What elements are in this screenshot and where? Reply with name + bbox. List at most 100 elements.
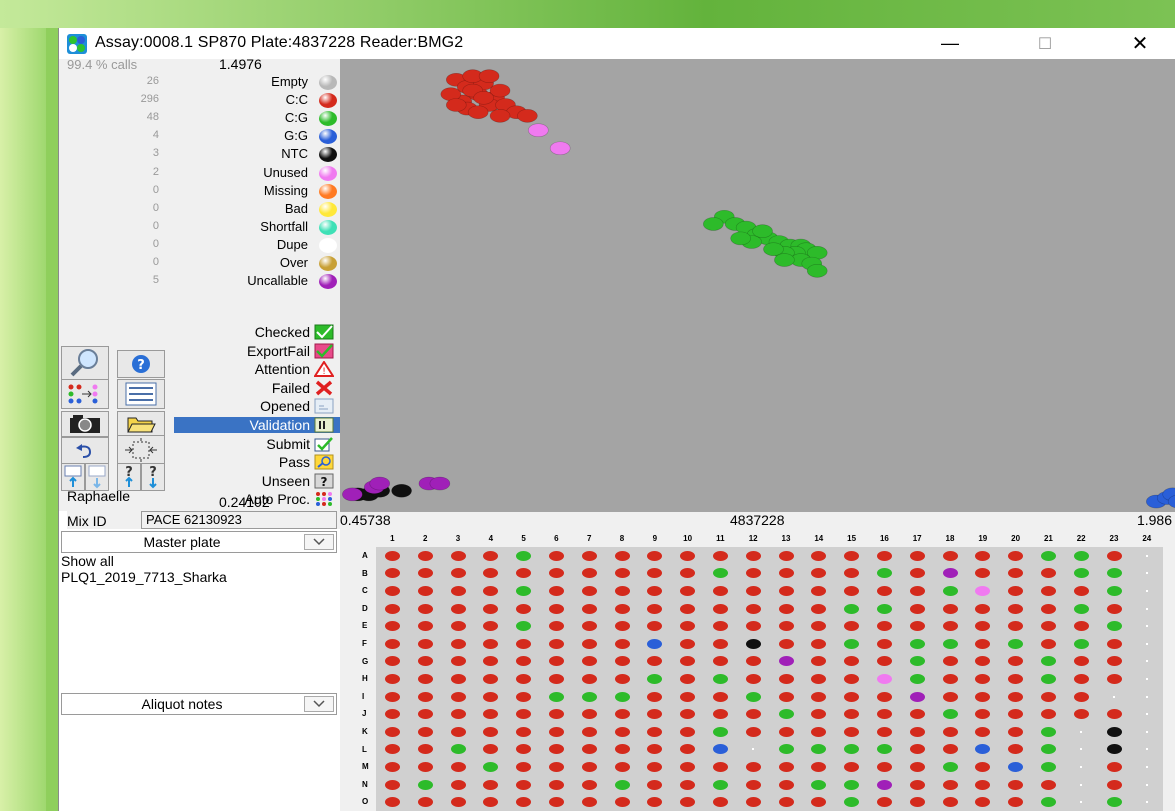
plate-well[interactable] [1008,674,1024,684]
plate-well[interactable] [712,726,728,737]
plate-well[interactable] [1040,586,1056,596]
plate-well[interactable] [581,779,597,790]
plate-well[interactable] [417,586,433,596]
plate-well[interactable] [548,779,564,790]
plate-well[interactable] [516,674,532,684]
plate-well[interactable] [1106,550,1122,561]
legend-item-g-g[interactable]: 4 G:G [59,127,340,145]
plate-well[interactable] [942,638,958,649]
sample-point[interactable] [730,231,751,246]
plate-well[interactable] [876,586,892,596]
plate-well[interactable] [647,726,663,737]
plate-well[interactable] [1073,550,1089,561]
plate-well[interactable] [876,550,892,561]
plate-well[interactable] [548,550,564,561]
legend-color-dot-icon[interactable] [319,75,337,90]
plate-well[interactable] [450,586,466,596]
plate-well[interactable] [1008,603,1024,614]
sort-up-button[interactable] [61,463,85,491]
plate-well[interactable] [614,638,630,649]
sample-point[interactable] [517,109,538,123]
plate-well[interactable] [581,691,597,702]
plate-well[interactable] [417,674,433,684]
plate-well[interactable] [745,797,761,808]
plate-well[interactable] [581,674,597,684]
plate-well[interactable] [680,691,696,702]
plate-well[interactable] [680,638,696,649]
plate-well[interactable] [1106,621,1122,632]
sample-point[interactable] [391,483,412,498]
plate-well[interactable] [1106,709,1122,720]
plate-well[interactable] [614,621,630,632]
plate-well[interactable] [1073,709,1089,720]
plate-well[interactable] [581,726,597,737]
cluster-c-c[interactable] [440,69,538,123]
plate-well[interactable] [909,674,925,684]
plate-well[interactable] [680,550,696,561]
plate-well[interactable] [876,603,892,614]
plate-well[interactable] [942,691,958,702]
plate-well[interactable] [1106,797,1122,808]
legend-color-dot-icon[interactable] [319,219,337,235]
plate-well[interactable] [516,779,532,790]
plate-well[interactable] [384,603,400,614]
plate-well[interactable] [942,726,958,737]
plate-well[interactable] [450,621,466,632]
snapshot-button[interactable] [61,411,109,437]
plate-well[interactable] [1145,572,1148,575]
open-folder-button[interactable] [117,411,165,437]
plate-well[interactable] [548,762,564,772]
plate-well[interactable] [942,797,958,808]
plate-well[interactable] [647,603,663,614]
title-bar[interactable]: Assay:0008.1 SP870 Plate:4837228 Reader:… [59,28,1175,59]
plate-well[interactable] [909,726,925,737]
plate-well[interactable] [1080,730,1083,733]
plate-well[interactable] [384,762,400,772]
plate-well[interactable] [778,779,794,790]
plate-well[interactable] [909,638,925,649]
plate-well[interactable] [516,586,532,596]
plate-well[interactable] [1145,801,1148,804]
plate-well[interactable] [384,674,400,684]
plate-well[interactable] [647,638,663,649]
plate-well[interactable] [811,691,827,702]
legend-color-dot-icon[interactable] [319,111,337,127]
plate-well[interactable] [942,550,958,561]
plate-well[interactable] [647,691,663,702]
plate-well[interactable] [417,603,433,614]
sample-point[interactable] [467,105,489,120]
plate-well[interactable] [1073,621,1089,632]
plate-well[interactable] [1145,642,1148,645]
plate-well[interactable] [614,550,630,561]
plate-well[interactable] [811,638,827,649]
plate-well[interactable] [909,797,925,808]
plate-well[interactable] [1040,550,1056,561]
plate-well[interactable] [417,762,433,772]
plate-well[interactable] [1080,801,1083,804]
aliquot-notes-dropdown[interactable]: Aliquot notes [61,693,337,715]
plate-well[interactable] [778,797,794,808]
plate-well[interactable] [1145,625,1148,628]
plate-well[interactable] [417,726,433,737]
plate-well[interactable] [1145,713,1148,716]
plate-well[interactable] [450,779,466,790]
plate-well[interactable] [1008,550,1024,561]
plate-well[interactable] [1008,779,1024,790]
plate-well[interactable] [1040,779,1056,790]
legend-item-dupe[interactable]: 0 Dupe [59,236,340,254]
plate-well[interactable] [548,638,564,649]
master-plate-list[interactable]: Show all PLQ1_2019_7713_Sharka [61,553,337,585]
plate-well[interactable] [1145,660,1148,663]
plate-well[interactable] [909,709,925,720]
plate-well[interactable] [745,726,761,737]
mix-id-field[interactable]: PACE 62130923 [141,511,337,529]
plate-well[interactable] [942,762,958,772]
help-button[interactable]: ? [117,350,165,378]
plate-well[interactable] [1073,586,1089,596]
legend-color-dot-icon[interactable] [319,183,337,199]
plate-well[interactable] [778,762,794,772]
sample-point[interactable] [549,141,571,156]
plate-well[interactable] [712,691,728,702]
plate-well[interactable] [450,603,466,614]
plate-well[interactable] [745,550,761,561]
